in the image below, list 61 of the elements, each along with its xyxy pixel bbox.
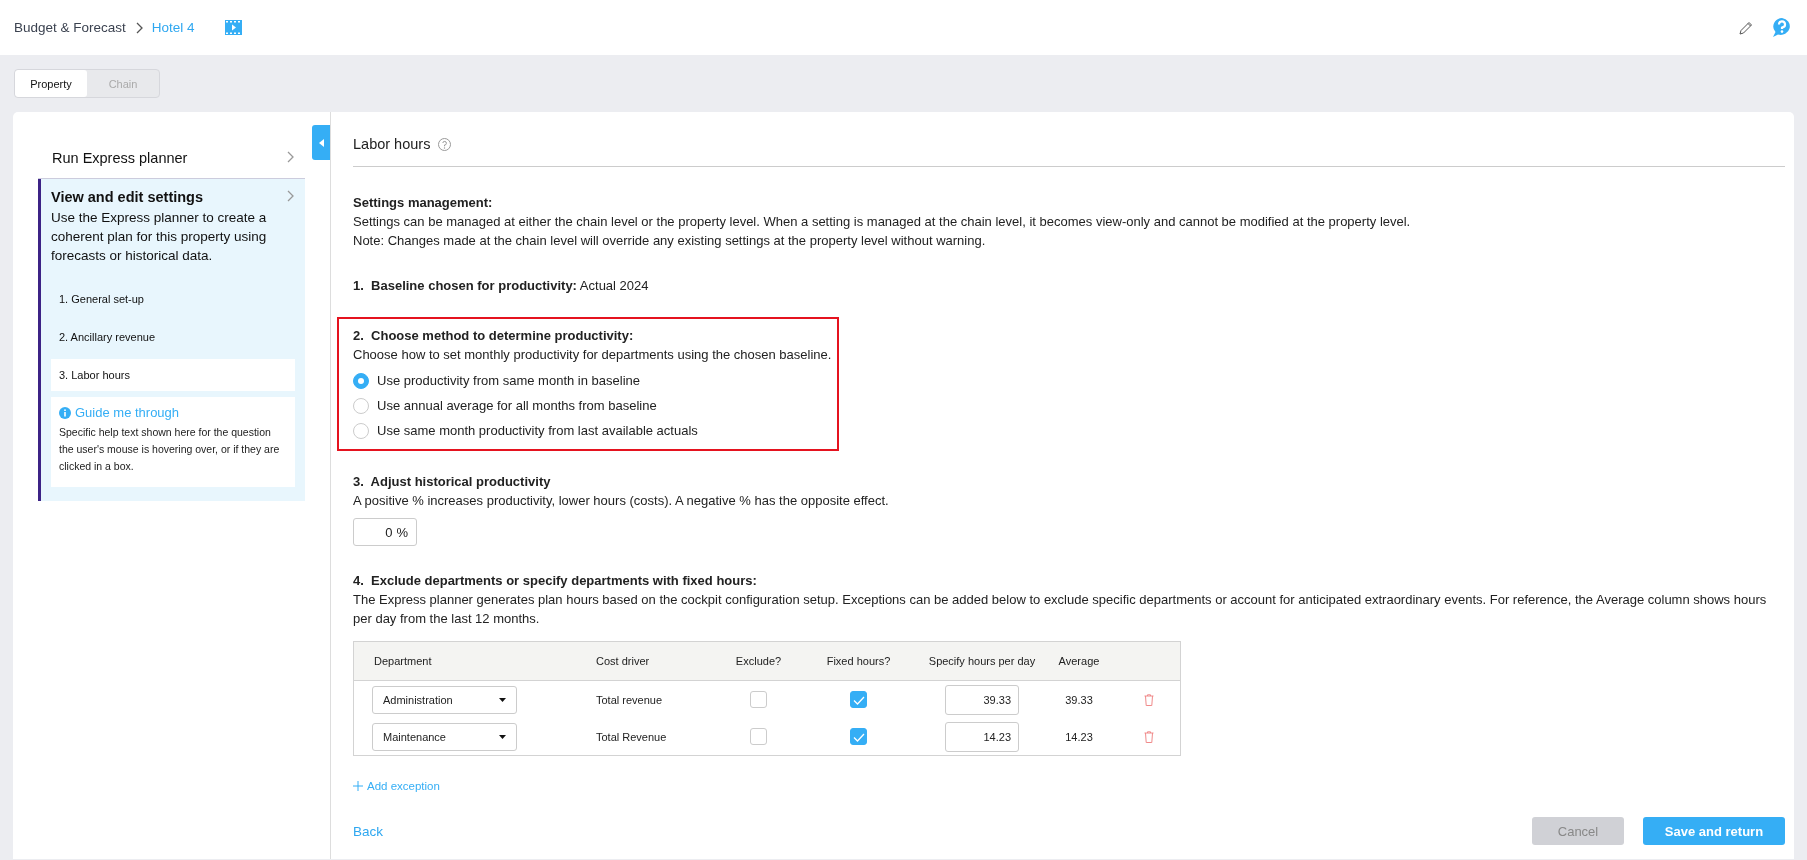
radio-label: Use annual average for all months from baseline	[377, 398, 657, 413]
caret-left-icon	[318, 138, 324, 147]
hours-field[interactable]: 14.23	[945, 721, 1019, 752]
table-cell: 39.33	[1065, 693, 1093, 706]
plus-icon	[353, 781, 363, 791]
settings-heading: Settings management:	[353, 194, 494, 212]
caret-down-icon	[499, 734, 506, 739]
caret-down-icon	[499, 697, 506, 702]
pencil-icon[interactable]	[1739, 20, 1753, 35]
department-dropdown[interactable]: Maintenance	[372, 722, 517, 751]
step-link[interactable]: 3. Labor hours	[51, 359, 295, 391]
column-header: Specify hours per day	[928, 655, 1036, 667]
radio-button[interactable]	[353, 372, 369, 389]
chevron-right-icon	[285, 189, 295, 203]
step-link[interactable]: 1. General set-up	[51, 283, 295, 315]
help-icon[interactable]	[438, 137, 452, 151]
nav-item-description: Use the Express planner to create a coherent plan for this property using forecasts or historical data.	[51, 209, 268, 265]
section-title: Labor hours	[353, 136, 431, 152]
nav-item-panel[interactable]	[38, 179, 305, 501]
percent-field[interactable]: 0 %	[353, 518, 417, 546]
nav-item-title: Run Express planner	[52, 150, 188, 166]
column-header: Exclude?	[735, 655, 782, 667]
method-heading: 2. Choose method to determine productivity:	[353, 327, 635, 345]
department-dropdown[interactable]: Administration	[372, 685, 517, 714]
settings-text: Settings can be managed at either the chain level or the property level. When a setting is managed at the chain level, it becomes view-only and cannot be modified at the property level.	[353, 213, 1412, 231]
exclude-description: The Express planner generates plan hours based on the cockpit configuration setup. Exceptions can be added below to exclude specific departments or account for anticipated extraordinary events. For reference, the Average column shows hours per day from the last 12 months.	[353, 591, 1768, 628]
trash-icon[interactable]	[1144, 693, 1154, 706]
exclude-checkbox[interactable]	[750, 728, 767, 745]
radio-button[interactable]	[353, 422, 369, 439]
adjust-heading: 3. Adjust historical productivity	[353, 473, 552, 491]
info-icon	[59, 406, 71, 419]
trash-icon[interactable]	[1144, 730, 1154, 743]
settings-text: Note: Changes made at the chain level will override any existing settings at the property level without warning.	[353, 232, 987, 250]
video-icon[interactable]	[224, 20, 242, 35]
radio-button[interactable]	[353, 397, 369, 414]
guide-text: Specific help text shown here for the question the user's mouse is hovering over, or if they are clicked in a box.	[59, 425, 281, 474]
table-cell: 14.23	[1065, 730, 1093, 743]
column-header: Department	[373, 655, 433, 667]
exclude-heading: 4. Exclude departments or specify departments with fixed hours:	[353, 572, 758, 590]
breadcrumb-link[interactable]: Budget & Forecast	[14, 20, 126, 35]
step-link[interactable]: 2. Ancillary revenue	[51, 321, 295, 353]
baseline-text: 1. Baseline chosen for productivity: Actual 2024	[353, 277, 650, 295]
column-header: Fixed hours?	[826, 655, 891, 667]
column-header: Cost driver	[595, 655, 651, 667]
column-header: Average	[1058, 655, 1100, 667]
view-tab[interactable]: Property	[15, 70, 87, 97]
nav-item-title: View and edit settings	[51, 189, 204, 205]
radio-label: Use same month productivity from last available actuals	[377, 423, 698, 438]
fixed-hours-checkbox[interactable]	[850, 691, 867, 708]
radio-label: Use productivity from same month in baseline	[377, 373, 640, 388]
help-icon[interactable]	[1771, 17, 1793, 38]
exclude-checkbox[interactable]	[750, 691, 767, 708]
collapse-panel-button[interactable]	[312, 125, 330, 160]
hours-field[interactable]: 39.33	[945, 684, 1019, 715]
adjust-description: A positive % increases productivity, lower hours (costs). A negative % has the opposite effect.	[353, 492, 890, 510]
table-cell-text: Total revenue	[595, 693, 664, 706]
chevron-right-icon	[285, 150, 295, 164]
breadcrumb-current: Hotel 4	[151, 20, 195, 35]
fixed-hours-checkbox[interactable]	[850, 728, 867, 745]
method-description: Choose how to set monthly productivity for departments using the chosen baseline.	[353, 346, 832, 364]
table-cell-text: Total Revenue	[595, 730, 668, 743]
